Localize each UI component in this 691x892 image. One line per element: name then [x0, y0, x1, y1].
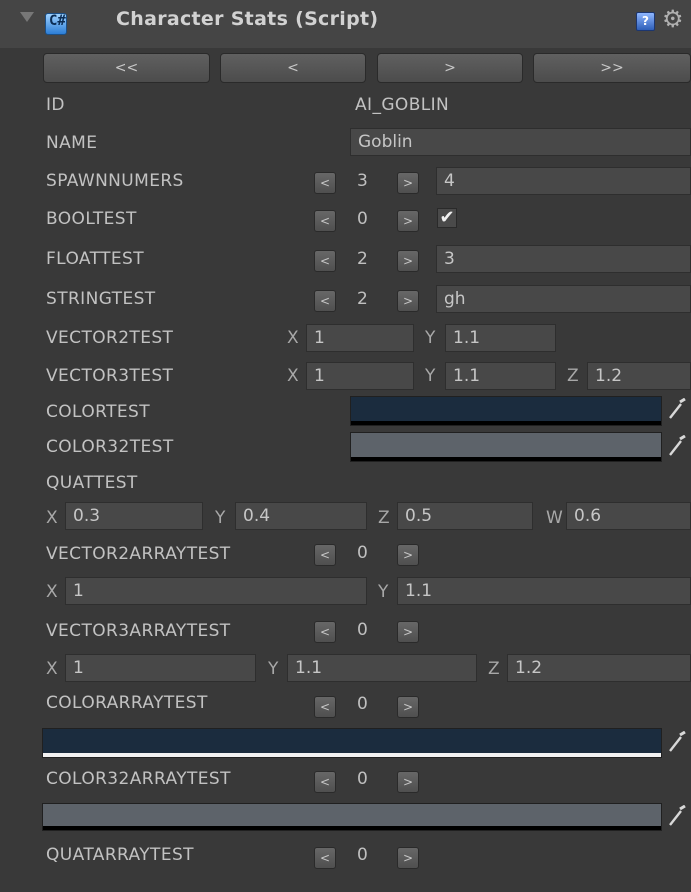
quatarraytest-label: QUATARRAYTEST	[46, 845, 194, 865]
vector2arraytest-x-field[interactable]: 1	[65, 577, 367, 605]
quattest-x-field[interactable]: 0.3	[65, 502, 203, 530]
color32test-swatch[interactable]	[350, 432, 662, 462]
vector2test-x-field[interactable]: 1	[306, 324, 414, 352]
vector3test-y-field[interactable]: 1.1	[445, 362, 556, 390]
color32arraytest-label: COLOR32ARRAYTEST	[46, 769, 231, 789]
checkmark-icon: ✔	[439, 207, 455, 228]
vector3test-label: VECTOR3TEST	[46, 366, 174, 386]
vector2arraytest-increment-button[interactable]: >	[397, 544, 419, 566]
id-value: AI_GOBLIN	[355, 95, 450, 115]
quatarraytest-decrement-button[interactable]: <	[314, 847, 336, 869]
first-button[interactable]: <<	[43, 53, 210, 83]
quattest-x-label: X	[46, 508, 58, 528]
csharp-script-icon: C#	[45, 13, 67, 35]
vector3arraytest-y-label: Y	[268, 659, 279, 679]
quattest-z-field[interactable]: 0.5	[397, 502, 533, 530]
booltest-increment-button[interactable]: >	[397, 210, 419, 232]
colorarraytest-index: 0	[357, 694, 368, 714]
stringtest-index: 2	[357, 289, 368, 309]
vector3test-z-field[interactable]: 1.2	[587, 362, 691, 390]
stringtest-increment-button[interactable]: >	[397, 290, 419, 312]
floattest-index: 2	[357, 249, 368, 269]
colorarraytest-swatch[interactable]	[42, 728, 662, 758]
booltest-checkbox[interactable]: ✔	[437, 208, 457, 228]
quattest-w-field[interactable]: 0.6	[566, 502, 691, 530]
booltest-label: BOOLTEST	[46, 209, 137, 229]
vector3arraytest-x-field[interactable]: 1	[65, 654, 256, 682]
quattest-z-label: Z	[378, 508, 390, 528]
help-icon[interactable]: ?	[636, 12, 655, 31]
vector2arraytest-y-field[interactable]: 1.1	[397, 577, 691, 605]
booltest-decrement-button[interactable]: <	[314, 210, 336, 232]
name-label: NAME	[46, 133, 98, 153]
quattest-y-label: Y	[215, 508, 226, 528]
color32arraytest-increment-button[interactable]: >	[397, 771, 419, 793]
previous-button[interactable]: <	[220, 53, 366, 83]
booltest-index: 0	[357, 209, 368, 229]
foldout-arrow-icon[interactable]	[20, 12, 34, 22]
vector3arraytest-increment-button[interactable]: >	[397, 621, 419, 643]
color32arraytest-index: 0	[357, 769, 368, 789]
quattest-label: QUATTEST	[46, 473, 138, 493]
vector3test-x-field[interactable]: 1	[306, 362, 414, 390]
vector2arraytest-y-label: Y	[378, 582, 389, 602]
gear-icon[interactable]: ⚙	[662, 5, 684, 33]
vector2arraytest-decrement-button[interactable]: <	[314, 544, 336, 566]
eyedropper-icon[interactable]	[668, 731, 686, 753]
stringtest-label: STRINGTEST	[46, 289, 156, 309]
vector2test-label: VECTOR2TEST	[46, 328, 174, 348]
vector3arraytest-index: 0	[357, 620, 368, 640]
vector2arraytest-x-label: X	[46, 582, 58, 602]
vector3arraytest-z-field[interactable]: 1.2	[507, 654, 691, 682]
vector2test-y-label: Y	[425, 328, 436, 348]
vector3arraytest-x-label: X	[46, 659, 58, 679]
colorarraytest-decrement-button[interactable]: <	[314, 696, 336, 718]
vector2arraytest-index: 0	[357, 543, 368, 563]
eyedropper-icon[interactable]	[668, 805, 686, 827]
colorarraytest-increment-button[interactable]: >	[397, 696, 419, 718]
spawnnumers-label: SPAWNNUMERS	[46, 171, 184, 191]
quattest-y-field[interactable]: 0.4	[235, 502, 367, 530]
vector3arraytest-z-label: Z	[488, 659, 500, 679]
vector3arraytest-decrement-button[interactable]: <	[314, 621, 336, 643]
eyedropper-icon[interactable]	[668, 398, 686, 420]
stringtest-field[interactable]: gh	[436, 285, 691, 313]
vector3arraytest-y-field[interactable]: 1.1	[287, 654, 477, 682]
colortest-swatch[interactable]	[350, 396, 662, 426]
vector2test-x-label: X	[287, 328, 299, 348]
color32arraytest-swatch[interactable]	[42, 803, 662, 831]
floattest-label: FLOATTEST	[46, 249, 145, 269]
spawnnumers-field[interactable]: 4	[436, 167, 691, 195]
floattest-field[interactable]: 3	[436, 245, 691, 273]
colortest-label: COLORTEST	[46, 402, 150, 422]
vector2arraytest-label: VECTOR2ARRAYTEST	[46, 544, 231, 564]
id-label: ID	[46, 95, 65, 115]
stringtest-decrement-button[interactable]: <	[314, 290, 336, 312]
colorarraytest-label: COLORARRAYTEST	[46, 693, 208, 713]
vector3arraytest-label: VECTOR3ARRAYTEST	[46, 621, 231, 641]
color32test-label: COLOR32TEST	[46, 437, 174, 457]
spawnnumers-increment-button[interactable]: >	[397, 172, 419, 194]
eyedropper-icon[interactable]	[668, 435, 686, 457]
spawnnumers-index: 3	[357, 171, 368, 191]
floattest-increment-button[interactable]: >	[397, 250, 419, 272]
quattest-w-label: W	[546, 508, 563, 528]
color32arraytest-decrement-button[interactable]: <	[314, 771, 336, 793]
component-title: Character Stats (Script)	[116, 8, 379, 30]
floattest-decrement-button[interactable]: <	[314, 250, 336, 272]
last-button[interactable]: >>	[533, 53, 691, 83]
vector3test-x-label: X	[287, 366, 299, 386]
name-field[interactable]: Goblin	[350, 128, 691, 156]
vector3test-z-label: Z	[567, 366, 579, 386]
next-button[interactable]: >	[377, 53, 523, 83]
quatarraytest-index: 0	[357, 845, 368, 865]
quatarraytest-increment-button[interactable]: >	[397, 847, 419, 869]
vector3test-y-label: Y	[425, 366, 436, 386]
spawnnumers-decrement-button[interactable]: <	[314, 172, 336, 194]
vector2test-y-field[interactable]: 1.1	[445, 324, 556, 352]
